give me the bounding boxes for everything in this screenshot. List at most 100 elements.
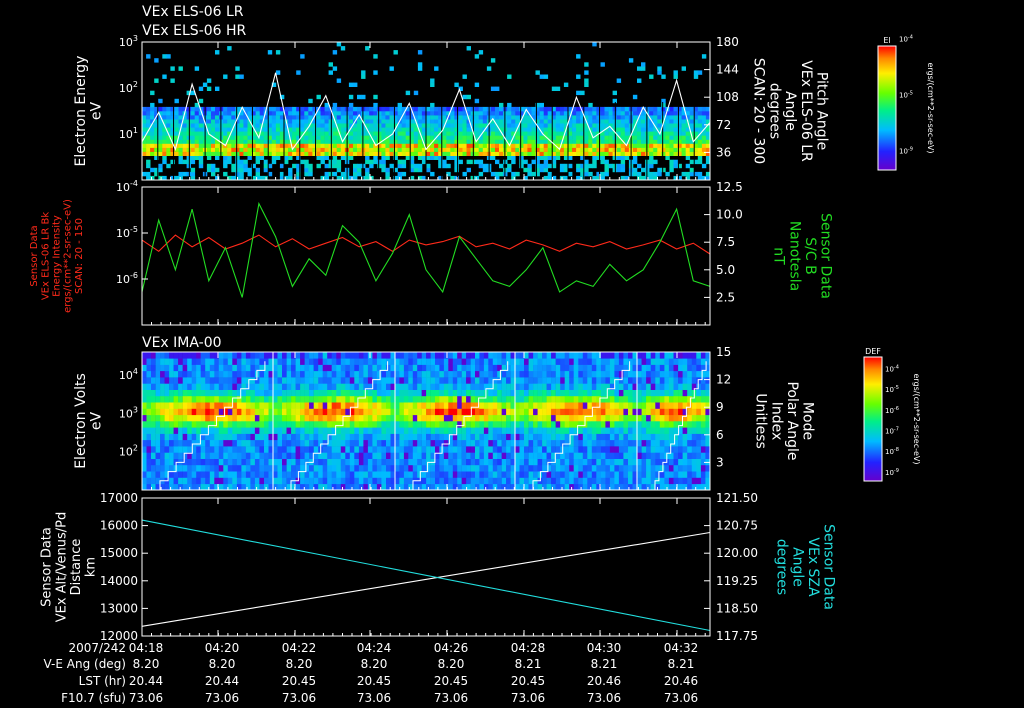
heatmap-cell [578,402,584,409]
heatmap-cell [632,94,638,100]
heatmap-cell [573,389,579,397]
heatmap-cell [641,395,647,403]
heatmap-cell [235,151,240,156]
heatmap-cell [632,171,638,177]
heatmap-cell [214,364,220,372]
heatmap-cell [250,452,256,459]
heatmap-cell [682,370,688,378]
heatmap-cell [515,452,520,459]
heatmap-cell [435,446,440,453]
heatmap-cell [324,135,329,140]
heatmap-cell [160,377,165,384]
heatmap-cell [254,464,260,472]
heatmap-cell [572,135,577,140]
heatmap-cell [295,408,301,416]
heatmap-cell [539,143,544,148]
heatmap-cell [483,421,489,428]
heatmap-cell [328,115,333,120]
heatmap-cell [641,370,647,378]
heatmap-cell [506,471,511,478]
heatmap-cell [273,464,278,472]
heatmap-cell [367,395,373,403]
heatmap-cell [588,119,593,124]
heatmap-cell [685,135,691,140]
heatmap-cell [214,452,220,459]
heatmap-cell [308,115,313,120]
heatmap-cell [664,408,670,416]
heatmap-cell [426,151,431,156]
heatmap-cell [328,143,333,148]
heatmap-cell [313,427,319,434]
heatmap-cell [623,370,629,378]
heatmap-cell [214,395,220,403]
heatmap-cell [358,464,364,472]
heatmap-cell [659,377,665,384]
heatmap-cell [142,483,147,491]
heatmap-cell [331,395,337,403]
heatmap-cell [693,74,699,79]
heatmap-cell [277,352,283,359]
heatmap-cell [576,151,581,156]
heatmap-cell [316,127,321,132]
heatmap-cell [655,433,661,441]
heatmap-cell [146,395,152,403]
heatmap-cell [332,102,338,108]
heatmap-cell [169,402,174,409]
heatmap-cell [591,477,597,485]
heatmap-cell [327,452,332,459]
heatmap-cell [405,111,411,116]
heatmap-cell [158,127,163,132]
heatmap-cell [357,151,362,156]
heatmap-cell [399,408,405,416]
heatmap-cell [673,151,678,156]
heatmap-cell [286,446,292,453]
heatmap-cell [568,135,573,140]
heatmap-cell [618,414,624,422]
heatmap-cell [533,446,538,453]
heatmap-cell [218,471,224,478]
heatmap-cell [668,358,674,365]
heatmap-cell [235,127,240,132]
heatmap-cell [430,370,436,378]
heatmap-cell [475,433,480,441]
heatmap-cell [596,452,602,459]
heatmap-cell [623,483,629,491]
heatmap-cell [259,439,265,447]
heatmap-cell [309,471,314,478]
heatmap-cell [291,408,296,416]
heatmap-cell [681,127,686,132]
heatmap-cell [194,131,200,136]
heatmap-cell [430,477,436,485]
heatmap-cell [187,402,192,409]
heatmap-cell [174,123,179,128]
heatmap-cell [492,471,498,478]
heatmap-cell [142,421,147,428]
heatmap-cell [547,131,553,136]
heatmap-cell [564,483,570,491]
heatmap-cell [412,421,418,428]
heatmap-cell [205,414,210,422]
heatmap-cell [618,358,624,365]
heatmap-cell [649,127,654,132]
heatmap-cell [474,143,480,148]
heatmap-cell [275,131,281,136]
heatmap-cell [650,458,656,466]
heatmap-cell [198,131,204,136]
heatmap-cell [614,395,620,403]
heatmap-cell [591,458,597,466]
heatmap-cell [637,414,642,422]
heatmap-cell [655,395,661,403]
heatmap-cell [288,171,293,177]
heatmap-cell [381,439,387,447]
heatmap-cell [328,147,333,152]
heatmap-cell [497,370,502,378]
heatmap-cell [448,352,453,359]
heatmap-cell [614,477,620,485]
heatmap-cell [340,464,346,472]
heatmap-cell [584,159,589,165]
heatmap-cell [395,471,400,478]
heatmap-cell [551,402,556,409]
heatmap-cell [187,377,192,384]
heatmap-cell [295,452,301,459]
heatmap-cell [235,159,240,165]
